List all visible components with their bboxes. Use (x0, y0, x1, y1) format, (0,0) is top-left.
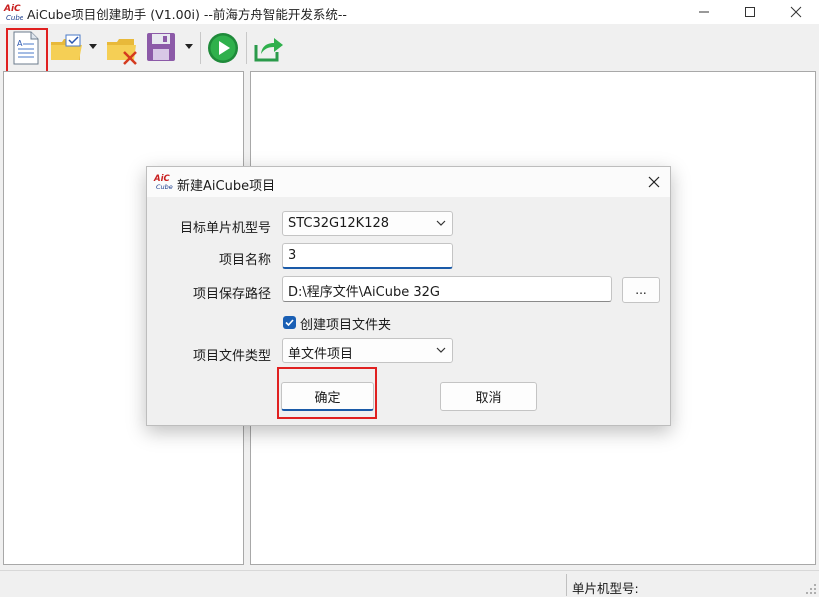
new-project-dialog: AiC Cube 新建AiCube项目 目标单片机型号 STC32G12K128… (146, 166, 671, 426)
dialog-close-button[interactable] (644, 172, 664, 192)
cancel-button[interactable]: 取消 (440, 382, 537, 411)
project-type-select[interactable]: 单文件项目 (282, 338, 453, 363)
toolbar: A (0, 24, 819, 70)
chevron-down-icon (436, 347, 446, 353)
save-icon[interactable] (146, 32, 176, 62)
create-folder-label[interactable]: 创建项目文件夹 (300, 314, 391, 333)
svg-text:Cube: Cube (6, 14, 23, 22)
ok-button[interactable]: 确定 (281, 382, 374, 411)
svg-text:AiC: AiC (3, 4, 21, 14)
project-name-label: 项目名称 (218, 253, 271, 268)
mcu-model-value: STC32G12K128 (288, 216, 390, 231)
status-divider (566, 574, 567, 596)
project-name-input[interactable]: 3 (282, 243, 453, 269)
mcu-model-select[interactable]: STC32G12K128 (282, 211, 453, 236)
aicube-logo-icon: AiC Cube (153, 174, 173, 191)
close-icon (790, 6, 802, 18)
create-folder-checkbox[interactable] (283, 316, 296, 329)
close-project-icon[interactable] (106, 36, 138, 66)
status-mcu-label: 单片机型号: (572, 581, 639, 596)
run-icon[interactable] (207, 32, 239, 64)
close-window-button[interactable] (773, 0, 819, 24)
minimize-button[interactable] (681, 0, 727, 24)
project-type-label: 项目文件类型 (192, 349, 271, 364)
new-project-highlight (6, 28, 48, 73)
export-icon[interactable] (253, 33, 285, 63)
dialog-title: 新建AiCube项目 (177, 179, 276, 194)
minimize-icon (699, 11, 709, 13)
open-dropdown-arrow-icon[interactable] (89, 44, 97, 49)
close-icon (648, 176, 660, 188)
chevron-down-icon (436, 220, 446, 226)
mcu-model-label: 目标单片机型号 (179, 221, 271, 236)
project-name-value: 3 (288, 248, 297, 263)
project-path-input[interactable]: D:\程序文件\AiCube 32G (282, 276, 612, 302)
window-title: AiCube项目创建助手 (V1.00i) --前海方舟智能开发系统-- (27, 7, 347, 22)
toolbar-separator (200, 32, 201, 64)
project-path-label: 项目保存路径 (192, 287, 271, 302)
project-path-value: D:\程序文件\AiCube 32G (288, 285, 440, 300)
open-project-icon[interactable] (50, 34, 84, 62)
dialog-title-bar: AiC Cube 新建AiCube项目 (147, 167, 670, 197)
title-bar: AiC Cube AiCube项目创建助手 (V1.00i) --前海方舟智能开… (0, 0, 819, 24)
project-type-value: 单文件项目 (288, 347, 354, 362)
save-dropdown-arrow-icon[interactable] (185, 44, 193, 49)
aicube-logo-icon: AiC Cube (3, 4, 23, 22)
maximize-icon (745, 7, 755, 17)
maximize-button[interactable] (727, 0, 773, 24)
svg-text:Cube: Cube (156, 183, 173, 191)
resize-grip-icon[interactable] (805, 583, 817, 595)
status-bar: 单片机型号: (0, 570, 819, 597)
checkmark-icon (285, 319, 294, 327)
toolbar-separator (246, 32, 247, 64)
browse-button[interactable]: ... (622, 277, 660, 303)
